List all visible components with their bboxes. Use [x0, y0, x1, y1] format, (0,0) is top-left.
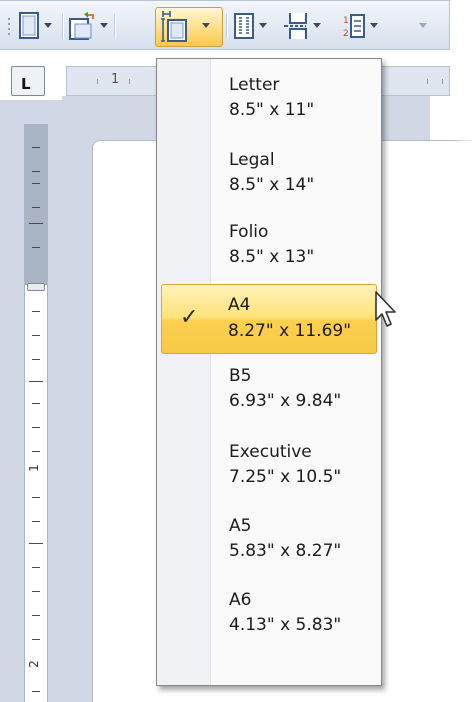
menu-item-size: 8.5" x 11" [229, 100, 315, 120]
breaks-icon [284, 13, 307, 39]
toolbar-overflow-icon [419, 23, 427, 28]
menu-item-a5[interactable]: A5 5.83" x 8.27" [159, 506, 379, 574]
page-margins-icon [69, 12, 94, 40]
menu-item-label: A5 [229, 516, 252, 536]
line-numbers-icon: 1 2 [343, 14, 365, 39]
tab-selector-label: L [21, 75, 31, 93]
svg-text:1: 1 [343, 16, 349, 26]
toolbar-overflow-button[interactable] [418, 9, 428, 43]
page-layout-toolbar: 1 2 [0, 0, 450, 50]
page-size-dropdown: Letter 8.5" x 11" Legal 8.5" x 14" Folio… [156, 58, 382, 686]
chevron-down-icon [100, 23, 108, 28]
menu-item-label: A6 [229, 590, 252, 610]
ruler-number: 1 [26, 464, 41, 472]
chevron-down-icon [202, 23, 210, 28]
menu-item-label: A4 [228, 295, 251, 315]
checkmark-icon: ✓ [180, 305, 199, 330]
chevron-down-icon [259, 23, 267, 28]
chevron-down-icon [370, 23, 378, 28]
menu-item-label: Legal [229, 150, 275, 170]
mouse-pointer-icon [375, 291, 396, 327]
line-numbers-button[interactable]: 1 2 [342, 9, 378, 43]
menu-item-size: 4.13" x 5.83" [229, 615, 342, 635]
menu-item-size: 8.5" x 14" [229, 175, 315, 195]
page-size-button[interactable] [160, 9, 210, 43]
columns-icon [234, 13, 254, 39]
page-edge-fade [455, 0, 474, 702]
menu-item-label: Executive [229, 442, 312, 462]
menu-item-size: 5.83" x 8.27" [229, 541, 342, 561]
menu-item-a4[interactable]: ✓ A4 8.27" x 11.69" [161, 284, 377, 354]
page-size-icon [161, 11, 187, 42]
columns-button[interactable] [233, 9, 267, 43]
ruler-number: 2 [26, 660, 41, 668]
vertical-ruler[interactable]: 1 2 [24, 124, 48, 702]
page-orientation-icon [19, 12, 39, 39]
menu-item-b5[interactable]: B5 6.93" x 9.84" [159, 356, 379, 424]
chevron-down-icon [313, 23, 321, 28]
orientation-button[interactable] [18, 9, 52, 43]
chevron-down-icon [44, 23, 52, 28]
svg-text:2: 2 [343, 29, 349, 39]
ruler-number: 1 [111, 72, 120, 87]
toolbar-grip-handle[interactable] [8, 18, 12, 38]
breaks-button[interactable] [283, 9, 321, 43]
menu-item-size: 8.5" x 13" [229, 247, 315, 267]
menu-item-label: B5 [229, 366, 252, 386]
menu-item-letter[interactable]: Letter 8.5" x 11" [159, 65, 379, 133]
menu-item-a6[interactable]: A6 4.13" x 5.83" [159, 580, 379, 648]
tab-selector[interactable]: L [11, 66, 45, 96]
ruler-margin-handle[interactable] [27, 283, 45, 291]
menu-item-label: Letter [229, 75, 280, 95]
margins-button[interactable] [68, 9, 108, 43]
menu-item-executive[interactable]: Executive 7.25" x 10.5" [159, 432, 379, 500]
menu-item-folio[interactable]: Folio 8.5" x 13" [159, 212, 379, 280]
menu-item-legal[interactable]: Legal 8.5" x 14" [159, 140, 379, 208]
menu-item-size: 7.25" x 10.5" [229, 467, 342, 487]
menu-item-label: Folio [229, 222, 269, 242]
menu-item-size: 8.27" x 11.69" [228, 321, 352, 341]
menu-item-size: 6.93" x 9.84" [229, 391, 342, 411]
